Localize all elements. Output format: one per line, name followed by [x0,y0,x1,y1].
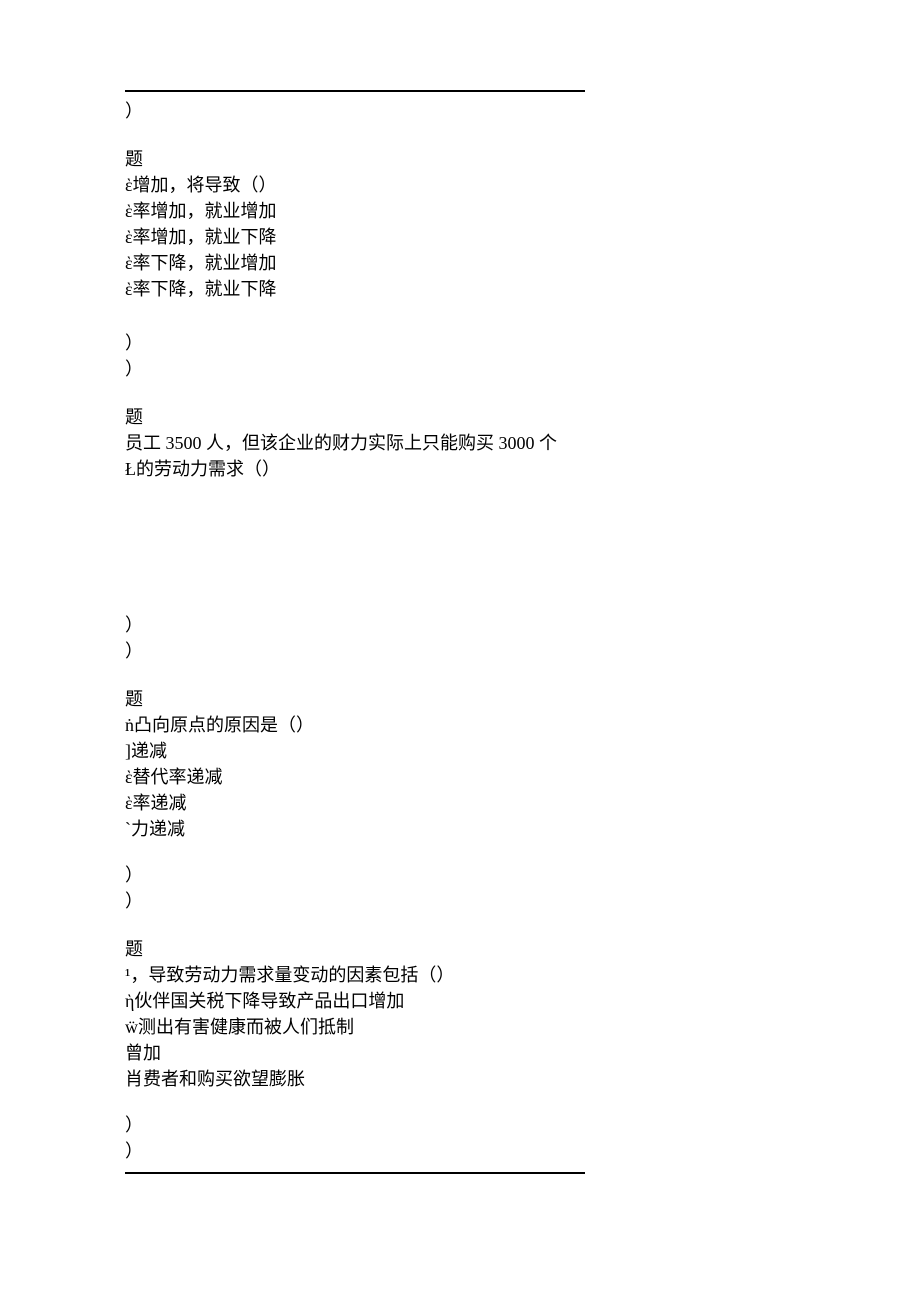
q4-option-c: 曾加 [125,1040,805,1066]
q4-option-d: 肖费者和购买欲望膨胀 [125,1066,805,1092]
question-4: 题 ¹，导致劳动力需求量变动的因素包括（） ὴ伙伴国关税下降导致产品出口增加 ẅ… [125,936,805,1164]
q1-stem: ὲ增加，将导致（） [125,172,805,198]
q1-option-a: ὲ率增加，就业增加 [125,198,805,224]
paren-text: ） [125,612,805,638]
top-rule [125,90,585,92]
q3-option-d: `力递减 [125,816,805,842]
question-1: 题 ὲ增加，将导致（） ὲ率增加，就业增加 ὲ率增加，就业下降 ὲ率下降，就业增… [125,146,805,382]
q3-option-b: ὲ替代率递减 [125,764,805,790]
q2-header: 题 [125,404,805,430]
question-2: 题 员工 3500 人，但该企业的财力实际上只能购买 3000 个 Ł的劳动力需… [125,404,805,664]
q1-header: 题 [125,146,805,172]
top-block: ） [125,98,805,124]
paren-text: ） [125,862,805,888]
paren-text: ） [125,356,805,382]
q2-stem-1: 员工 3500 人，但该企业的财力实际上只能购买 3000 个 [125,430,805,456]
q4-stem: ¹，导致劳动力需求量变动的因素包括（） [125,962,805,988]
paren-text: ） [125,330,805,356]
q4-header: 题 [125,936,805,962]
q3-option-c: ὲ率递减 [125,790,805,816]
bottom-rule [125,1172,585,1174]
paren-text: ） [125,1112,805,1138]
paren-text: ） [125,888,805,914]
question-3: 题 ṅ凸向原点的原因是（） ]递减 ὲ替代率递减 ὲ率递减 `力递减 ） ） [125,686,805,914]
paren-text: ） [125,638,805,664]
q3-stem: ṅ凸向原点的原因是（） [125,712,805,738]
q3-option-a: ]递减 [125,738,805,764]
q1-option-b: ὲ率增加，就业下降 [125,224,805,250]
paren-text: ） [125,1138,805,1164]
q4-option-b: ẅ测出有害健康而被人们抵制 [125,1014,805,1040]
q4-option-a: ὴ伙伴国关税下降导致产品出口增加 [125,988,805,1014]
paren-text: ） [125,98,805,124]
q3-header: 题 [125,686,805,712]
q1-option-c: ὲ率下降，就业增加 [125,250,805,276]
q2-stem-2: Ł的劳动力需求（） [125,456,805,482]
q1-option-d: ὲ率下降，就业下降 [125,276,805,302]
